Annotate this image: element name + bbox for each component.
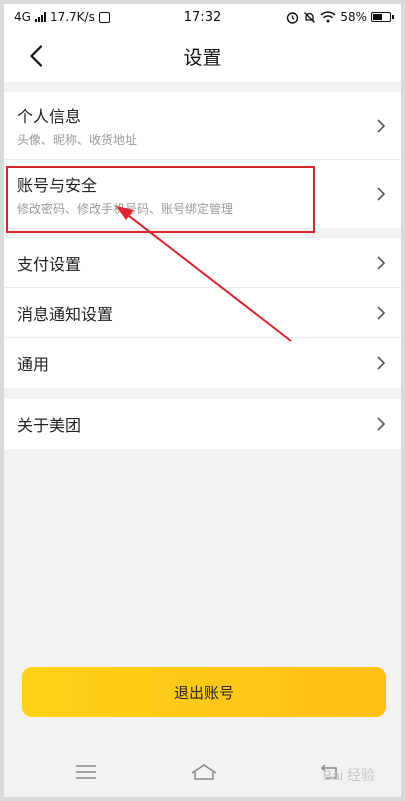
- settings-item-title: 关于美团: [17, 416, 82, 435]
- settings-item-subtitle: 修改密码、修改手机号码、账号绑定管理: [17, 201, 234, 216]
- header: 设置: [4, 30, 401, 82]
- battery-icon: [371, 12, 394, 22]
- settings-item-subtitle: 头像、昵称、收货地址: [17, 133, 138, 147]
- notification-app-icon: [98, 11, 110, 23]
- watermark: Bai 经验: [322, 767, 375, 783]
- system-nav-bar: Bai 经验: [4, 745, 401, 797]
- alarm-icon: [287, 11, 299, 24]
- chevron-left-icon: [30, 45, 43, 67]
- chevron-right-icon: [375, 186, 387, 202]
- settings-item-title: 账号与安全: [17, 175, 98, 195]
- settings-item-about[interactable]: 关于美团: [4, 399, 401, 449]
- settings-item-general[interactable]: 通用: [4, 338, 401, 388]
- signal-icon: [34, 12, 46, 22]
- settings-group-account: 个人信息 头像、昵称、收货地址 账号与安全 修改密码、修改手机号码、账号绑定管理: [4, 92, 401, 228]
- settings-item-personal-info[interactable]: 个人信息 头像、昵称、收货地址: [4, 92, 401, 160]
- home-button[interactable]: [190, 759, 218, 785]
- network-type: 4G: [14, 10, 31, 24]
- wifi-icon: [320, 11, 336, 23]
- logout-button[interactable]: 退出账号: [22, 667, 386, 717]
- settings-item-title: 通用: [17, 355, 50, 374]
- menu-button[interactable]: [72, 759, 100, 785]
- settings-group-general: 支付设置 消息通知设置 通用: [4, 238, 401, 388]
- logout-label: 退出账号: [173, 683, 234, 702]
- chevron-right-icon: [375, 416, 387, 432]
- settings-item-title: 支付设置: [17, 254, 82, 274]
- page-title: 设置: [183, 46, 222, 69]
- chevron-right-icon: [375, 355, 387, 371]
- battery-percent: 58%: [340, 10, 367, 24]
- chevron-right-icon: [375, 255, 387, 271]
- chevron-right-icon: [375, 305, 387, 321]
- network-speed: 17.7K/s: [49, 10, 95, 24]
- home-icon: [191, 764, 217, 780]
- mute-icon: [304, 11, 316, 23]
- status-bar: 4G 17.7K/s 17:32 58%: [4, 4, 401, 30]
- menu-icon: [76, 765, 96, 779]
- back-button[interactable]: [20, 40, 52, 72]
- settings-group-about: 关于美团: [4, 399, 401, 449]
- chevron-right-icon: [375, 118, 387, 134]
- settings-item-payment[interactable]: 支付设置: [4, 238, 401, 288]
- settings-item-account-security[interactable]: 账号与安全 修改密码、修改手机号码、账号绑定管理: [4, 160, 401, 228]
- settings-item-title: 消息通知设置: [17, 304, 114, 324]
- settings-item-title: 个人信息: [17, 107, 82, 126]
- settings-item-notifications[interactable]: 消息通知设置: [4, 288, 401, 338]
